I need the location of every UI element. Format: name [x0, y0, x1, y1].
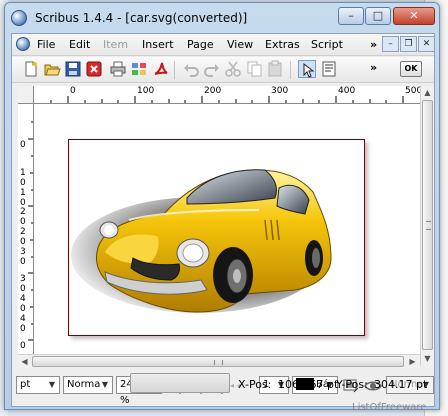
new-document-icon[interactable] — [22, 60, 40, 78]
maximize-button[interactable]: □ — [365, 7, 391, 25]
save-icon[interactable] — [64, 60, 82, 78]
preflight-icon[interactable] — [130, 60, 148, 78]
ypos-value: 304.17 pt — [374, 378, 428, 391]
horizontal-scrollbar[interactable]: ◀ ▶ — [18, 354, 420, 368]
ruler-label: 0 — [70, 86, 76, 96]
unit-value: pt — [20, 379, 31, 390]
cut-icon[interactable] — [224, 60, 242, 78]
ruler-label: 4 — [20, 294, 26, 304]
ruler-corner[interactable] — [18, 86, 34, 104]
ruler-label: 3 — [20, 274, 26, 284]
scroll-down-arrow[interactable]: ▼ — [421, 352, 434, 365]
xpos-value: 1069.67 pt — [278, 378, 339, 391]
menu-file[interactable]: File — [37, 38, 55, 51]
mdi-restore-button[interactable]: ❐ — [400, 36, 417, 52]
title-bar[interactable]: Scribus 1.4.4 - [car.svg(converted)] – □… — [5, 3, 439, 33]
vertical-ruler[interactable]: 0 1 0 1 0 2 0 2 0 3 0 3 0 4 0 4 0 0 — [18, 104, 34, 354]
toolbar-overflow-chevron[interactable]: » — [370, 61, 377, 74]
ruler-label: 200 — [204, 86, 222, 96]
ruler-label: 0 — [20, 304, 26, 314]
ruler-label: 0 — [20, 237, 26, 247]
desktop: Scribus 1.4.4 - [car.svg(converted)] – □… — [0, 0, 448, 416]
ruler-label: 0 — [20, 257, 26, 267]
menu-bar: File Edit Item Insert Page View Extras S… — [12, 34, 435, 56]
ruler-label: 100 — [137, 86, 155, 96]
chevron-down-icon: ▼ — [101, 380, 109, 389]
open-icon[interactable] — [43, 60, 61, 78]
copy-icon[interactable] — [245, 60, 263, 78]
scroll-right-arrow[interactable]: ▶ — [406, 355, 419, 368]
ruler-label: 0 — [20, 140, 26, 150]
image-mode-select[interactable]: Norma ▼ — [63, 376, 113, 394]
progress-bar — [130, 373, 230, 393]
menu-view[interactable]: View — [227, 38, 253, 51]
main-toolbar: » OK — [12, 57, 434, 83]
undo-icon[interactable] — [182, 60, 200, 78]
toolbar-separator — [174, 61, 175, 79]
ruler-label: 400 — [338, 86, 356, 96]
scroll-left-arrow[interactable]: ◀ — [18, 355, 31, 368]
menu-insert[interactable]: Insert — [142, 38, 174, 51]
ruler-label: 500 — [405, 86, 420, 96]
horizontal-scroll-thumb[interactable] — [32, 356, 404, 367]
document-canvas[interactable] — [34, 104, 420, 354]
menu-extras[interactable]: Extras — [265, 38, 300, 51]
menu-edit[interactable]: Edit — [69, 38, 90, 51]
close-button[interactable]: ✕ — [393, 7, 435, 25]
ypos-label: Y-Pos: — [336, 378, 368, 391]
window-title: Scribus 1.4.4 - [car.svg(converted)] — [35, 11, 248, 25]
close-document-icon[interactable] — [85, 60, 103, 78]
menu-item[interactable]: Item — [103, 38, 128, 51]
menu-overflow-chevron[interactable]: » — [370, 38, 377, 51]
minimize-button[interactable]: – — [338, 7, 364, 25]
unit-select[interactable]: pt ▼ — [16, 376, 60, 394]
menu-script[interactable]: Script — [311, 38, 343, 51]
print-icon[interactable] — [109, 60, 127, 78]
xpos-label: X-Pos: — [238, 378, 272, 391]
ruler-label: 0 — [20, 284, 26, 294]
ruler-label: 300 — [271, 86, 289, 96]
document-page[interactable] — [68, 139, 365, 336]
ruler-label: 2 — [20, 227, 26, 237]
ok-icon[interactable]: OK — [400, 61, 422, 77]
mdi-close-button[interactable]: ✕ — [418, 36, 435, 52]
export-pdf-icon[interactable] — [151, 60, 169, 78]
scribus-app-icon — [11, 10, 27, 26]
ruler-label: 1 — [20, 168, 26, 178]
scroll-up-arrow[interactable]: ▲ — [421, 86, 434, 99]
ruler-label: 4 — [20, 314, 26, 324]
chevron-down-icon: ▼ — [48, 380, 56, 389]
scribus-window: Scribus 1.4.4 - [car.svg(converted)] – □… — [4, 2, 440, 410]
select-item-icon[interactable] — [298, 60, 316, 78]
car-illustration[interactable] — [69, 140, 364, 335]
redo-icon[interactable] — [203, 60, 221, 78]
menu-page[interactable]: Page — [187, 38, 214, 51]
vertical-scrollbar[interactable]: ▲ ▼ — [420, 86, 434, 366]
paste-icon[interactable] — [266, 60, 284, 78]
ruler-label: 1 — [20, 188, 26, 198]
document-icon[interactable] — [16, 37, 30, 51]
image-mode-value: Norma — [67, 379, 101, 390]
ruler-label: 0 — [20, 217, 26, 227]
mdi-minimize-button[interactable]: – — [382, 36, 399, 52]
vertical-scroll-thumb[interactable] — [422, 100, 433, 350]
horizontal-ruler[interactable]: 0 100 200 300 400 500 — [34, 86, 420, 104]
ruler-label: 0 — [20, 341, 26, 351]
ruler-label: 2 — [20, 207, 26, 217]
ruler-label: 0 — [20, 178, 26, 188]
properties-icon[interactable] — [320, 60, 338, 78]
main-client-area: File Edit Item Insert Page View Extras S… — [11, 33, 435, 407]
ruler-label: 0 — [20, 324, 26, 334]
ruler-label: 3 — [20, 247, 26, 257]
toolbar-separator — [290, 61, 291, 79]
watermark: ListOfFreeware — [352, 402, 427, 413]
